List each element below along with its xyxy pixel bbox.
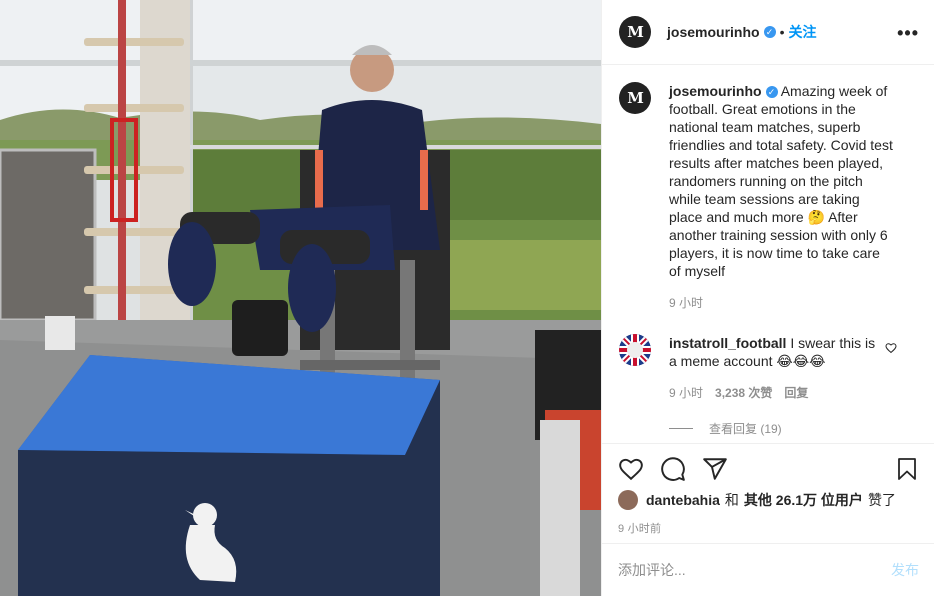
verified-badge-icon: ✓ <box>765 86 778 99</box>
replies-line-divider <box>669 428 693 429</box>
author-username[interactable]: josemourinho <box>667 24 760 40</box>
liker-avatar[interactable] <box>618 490 638 510</box>
heart-icon[interactable] <box>618 456 644 482</box>
caption-username[interactable]: josemourinho <box>669 83 762 99</box>
view-replies[interactable]: 查看回复 (19) <box>669 420 919 437</box>
bookmark-icon[interactable] <box>895 456 919 482</box>
caption-avatar[interactable]: M <box>619 82 651 114</box>
post-timestamp[interactable]: 9 小时前 <box>618 520 919 536</box>
union-flag-icon <box>619 334 651 366</box>
verified-badge-icon: ✓ <box>763 26 776 38</box>
liker-username[interactable]: dantebahia <box>646 492 720 508</box>
comment-like-heart-icon[interactable] <box>885 342 897 354</box>
post-side-panel: M josemourinho ✓ • 关注 ••• M josemourinho… <box>601 0 934 596</box>
caption-time[interactable]: 9 小时 <box>669 294 703 312</box>
gym-photo-illustration <box>0 0 601 596</box>
post-actions: dantebahia 和 其他 26.1万 位用户 赞了 9 小时前 <box>602 443 934 536</box>
add-comment-bar: 添加评论... 发布 <box>602 543 934 596</box>
caption-text: Amazing week of football. Great emotions… <box>669 83 893 279</box>
comment-icon[interactable] <box>660 456 686 482</box>
share-icon[interactable] <box>702 456 728 482</box>
comment-item: instatroll_football I swear this is a me… <box>619 334 919 402</box>
more-options-icon[interactable]: ••• <box>897 23 919 44</box>
post-header: M josemourinho ✓ • 关注 ••• <box>602 0 934 65</box>
follow-button[interactable]: 关注 <box>788 22 816 42</box>
comment-likes[interactable]: 3,238 次赞 <box>715 384 772 402</box>
liked-by-row: dantebahia 和 其他 26.1万 位用户 赞了 <box>618 490 919 510</box>
liked-by-mid: 和 <box>724 492 739 508</box>
commenter-username[interactable]: instatroll_football <box>669 335 786 351</box>
post-photo[interactable] <box>0 0 601 596</box>
caption: M josemourinho ✓ Amazing week of football… <box>619 82 919 312</box>
post-comment-button[interactable]: 发布 <box>891 560 919 580</box>
liked-others[interactable]: 其他 26.1万 位用户 <box>744 490 863 510</box>
separator-dot: • <box>779 24 785 40</box>
author-avatar[interactable]: M <box>619 16 651 48</box>
comment-time[interactable]: 9 小时 <box>669 384 703 402</box>
comments-section: M josemourinho ✓ Amazing week of football… <box>602 66 934 442</box>
reply-button[interactable]: 回复 <box>784 384 808 402</box>
view-replies-label[interactable]: 查看回复 (19) <box>709 420 782 437</box>
comment-input[interactable]: 添加评论... <box>618 560 686 580</box>
commenter-avatar[interactable] <box>619 334 651 366</box>
liked-by-suffix: 赞了 <box>867 492 896 508</box>
